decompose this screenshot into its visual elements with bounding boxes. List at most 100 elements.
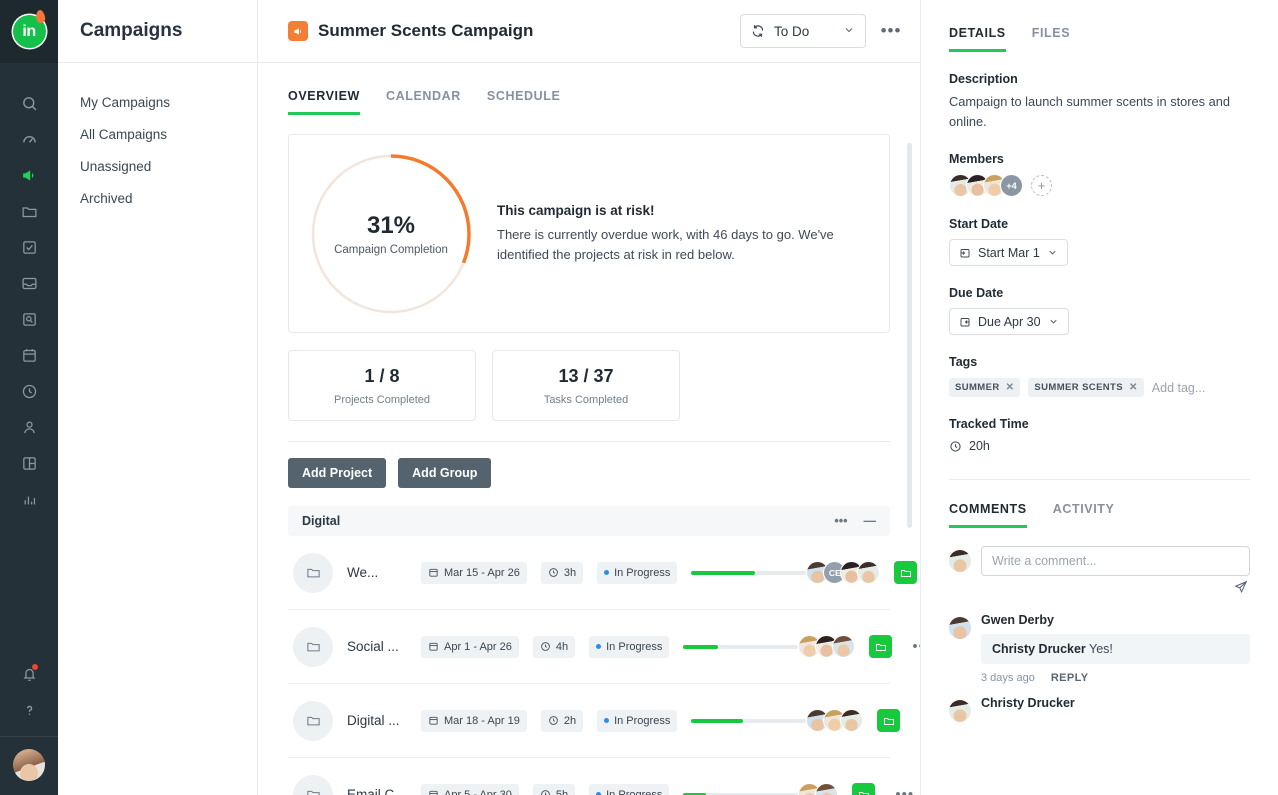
members-overflow-count[interactable]: +4 <box>1000 174 1023 197</box>
tab-files[interactable]: FILES <box>1032 26 1070 52</box>
project-name: Digital ... <box>347 713 400 728</box>
tab-comments[interactable]: COMMENTS <box>949 502 1027 528</box>
list-item: Gwen Derby Christy Drucker Yes! 3 days a… <box>949 613 1250 684</box>
search-icon[interactable] <box>11 85 47 121</box>
project-date-chip[interactable]: Mar 15 - Apr 26 <box>421 561 527 584</box>
remove-tag-icon[interactable]: ✕ <box>1129 382 1138 393</box>
add-project-button[interactable]: Add Project <box>288 458 387 488</box>
status-badge[interactable]: In Progress <box>589 635 670 658</box>
members-label: Members <box>949 152 1004 166</box>
tag-label: SUMMER SCENTS <box>1034 382 1124 393</box>
progress-bar <box>691 718 807 723</box>
sidebar-item-all-campaigns[interactable]: All Campaigns <box>58 119 257 151</box>
calendar-icon[interactable] <box>11 337 47 373</box>
tasks-completed-label: Tasks Completed <box>543 393 629 406</box>
open-project-folder-icon[interactable] <box>894 561 918 584</box>
sidebar-item-archived[interactable]: Archived <box>58 183 257 215</box>
add-tag-input[interactable]: Add tag... <box>1152 381 1206 395</box>
folder-icon[interactable] <box>11 193 47 229</box>
project-time-chip[interactable]: 4h <box>532 635 576 658</box>
due-date-field: Due Date Due Apr 30 <box>949 286 1250 335</box>
due-date-button[interactable]: Due Apr 30 <box>949 308 1069 335</box>
comment-input[interactable] <box>981 546 1250 576</box>
table-row[interactable]: We... Mar 15 - Apr 26 3h In Progress CE <box>288 536 918 610</box>
status-badge[interactable]: In Progress <box>597 709 678 732</box>
table-row[interactable]: Social ... Apr 1 - Apr 26 4h In Progress <box>288 610 920 684</box>
remove-tag-icon[interactable]: ✕ <box>1006 382 1015 393</box>
members-field: Members +4 + <box>949 152 1250 197</box>
open-project-folder-icon[interactable] <box>877 709 901 732</box>
description-value[interactable]: Campaign to launch summer scents in stor… <box>949 92 1250 132</box>
add-member-button[interactable]: + <box>1031 175 1052 196</box>
project-time-chip[interactable]: 2h <box>540 709 584 732</box>
project-name: Social ... <box>347 639 399 654</box>
assignee-avatars[interactable] <box>798 783 839 795</box>
tab-activity[interactable]: ACTIVITY <box>1053 502 1115 528</box>
sidebar-item-unassigned[interactable]: Unassigned <box>58 151 257 183</box>
details-sidebar: DETAILS FILES Description Campaign to la… <box>920 0 1278 795</box>
add-group-button[interactable]: Add Group <box>398 458 492 488</box>
current-user-avatar[interactable] <box>13 749 45 781</box>
board-layout-icon[interactable] <box>11 445 47 481</box>
progress-bar <box>683 644 799 649</box>
project-dates: Mar 15 - Apr 26 <box>444 566 520 579</box>
tab-details[interactable]: DETAILS <box>949 26 1006 52</box>
project-time: 5h <box>555 788 569 795</box>
send-comment-row <box>949 580 1250 599</box>
start-date-button[interactable]: Start Mar 1 <box>949 239 1068 266</box>
person-icon[interactable] <box>11 409 47 445</box>
calendar-icon <box>429 790 438 795</box>
app-logo[interactable]: in <box>0 0 58 63</box>
tab-schedule[interactable]: SCHEDULE <box>487 89 561 115</box>
bar-chart-icon[interactable] <box>11 481 47 517</box>
checklist-icon[interactable] <box>11 229 47 265</box>
send-icon[interactable] <box>1234 580 1248 599</box>
project-time-chip[interactable]: 3h <box>540 561 584 584</box>
project-time: 3h <box>563 566 577 579</box>
vertical-scrollbar[interactable] <box>907 143 912 528</box>
status-badge[interactable]: In Progress <box>597 561 678 584</box>
folder-icon <box>293 774 333 795</box>
open-project-folder-icon[interactable] <box>852 783 876 795</box>
project-name: Email C... <box>347 787 406 795</box>
sidebar-item-my-campaigns[interactable]: My Campaigns <box>58 87 257 119</box>
logo-text: in <box>22 22 36 40</box>
help-question-icon[interactable] <box>11 692 47 728</box>
avatar <box>949 550 971 572</box>
group-header-digital[interactable]: Digital ••• — <box>288 506 890 536</box>
notification-bell-icon[interactable] <box>11 656 47 692</box>
tag-chip[interactable]: SUMMER ✕ <box>949 378 1021 397</box>
group-more-button[interactable]: ••• <box>834 514 847 528</box>
comment-mention[interactable]: Christy Drucker <box>992 642 1086 656</box>
assignee-avatars[interactable]: CE <box>806 561 881 584</box>
table-row[interactable]: Digital ... Mar 18 - Apr 19 2h In Progre… <box>288 684 901 758</box>
table-row[interactable]: Email C... Apr 5 - Apr 30 5h In Progress <box>288 758 913 795</box>
clock-icon[interactable] <box>11 373 47 409</box>
open-project-folder-icon[interactable] <box>869 635 893 658</box>
project-date-chip[interactable]: Apr 5 - Apr 30 <box>421 783 519 795</box>
action-buttons: Add Project Add Group <box>288 442 890 506</box>
project-status: In Progress <box>614 714 671 727</box>
row-more-button[interactable]: ••• <box>895 786 914 795</box>
row-more-button[interactable]: ••• <box>912 638 920 655</box>
details-section: DETAILS FILES Description Campaign to la… <box>921 0 1278 480</box>
project-date-chip[interactable]: Apr 1 - Apr 26 <box>421 635 519 658</box>
dashboard-gauge-icon[interactable] <box>11 121 47 157</box>
group-collapse-button[interactable]: — <box>864 514 877 528</box>
assignee-avatars[interactable] <box>798 635 856 658</box>
tab-overview[interactable]: OVERVIEW <box>288 89 360 115</box>
reply-button[interactable]: REPLY <box>1051 672 1089 684</box>
assignee-avatars[interactable] <box>806 709 864 732</box>
megaphone-icon[interactable] <box>11 157 47 193</box>
document-search-icon[interactable] <box>11 301 47 337</box>
status-dropdown[interactable]: To Do <box>740 14 866 48</box>
inbox-icon[interactable] <box>11 265 47 301</box>
project-time-chip[interactable]: 5h <box>532 783 576 795</box>
status-badge[interactable]: In Progress <box>589 783 670 795</box>
risk-title: This campaign is at risk! <box>497 202 655 218</box>
header-more-button[interactable]: ••• <box>876 16 906 46</box>
tag-chip[interactable]: SUMMER SCENTS ✕ <box>1028 378 1144 397</box>
icon-rail: in <box>0 0 58 795</box>
project-date-chip[interactable]: Mar 18 - Apr 19 <box>421 709 527 732</box>
tab-calendar[interactable]: CALENDAR <box>386 89 461 115</box>
